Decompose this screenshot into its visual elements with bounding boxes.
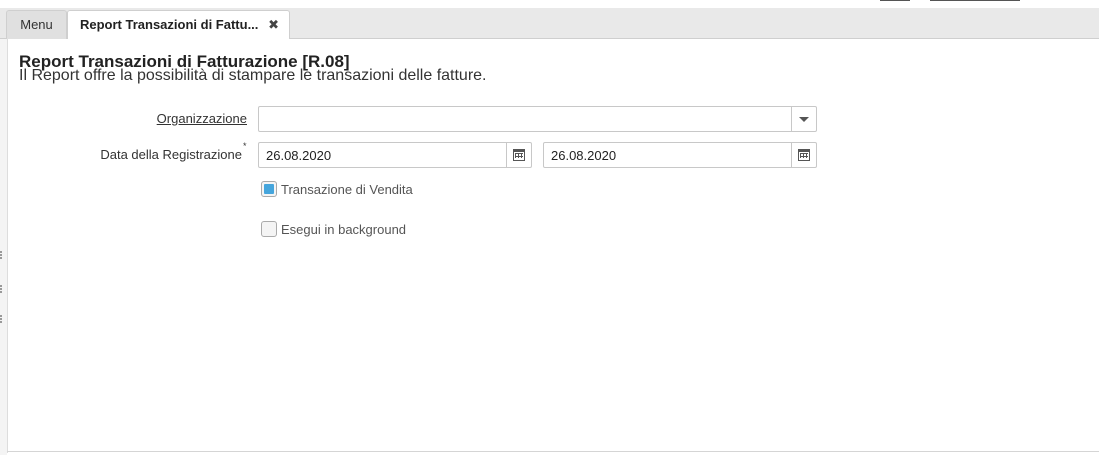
tab-bar: Menu Report Transazioni di Fattu... ✖: [0, 8, 1099, 41]
process-panel: [7, 39, 1099, 453]
tab-menu[interactable]: Menu: [6, 10, 67, 40]
registration-date-to-field[interactable]: 26.08.2020: [543, 142, 817, 168]
top-strip: [0, 0, 1099, 8]
close-icon[interactable]: ✖: [268, 11, 279, 39]
sales-transaction-label[interactable]: Transazione di Vendita: [281, 182, 413, 197]
run-in-background-label[interactable]: Esegui in background: [281, 222, 406, 237]
registration-date-from-value: 26.08.2020: [266, 148, 332, 163]
date-from-picker-button[interactable]: [506, 143, 531, 167]
registration-date-from-field[interactable]: 26.08.2020: [258, 142, 532, 168]
left-splitter[interactable]: [0, 39, 7, 455]
splitter-grip-icon: [0, 315, 3, 323]
chevron-down-icon: [799, 117, 809, 122]
sales-transaction-checkbox[interactable]: [261, 181, 277, 197]
process-description: Il Report offre la possibilità di stampa…: [19, 67, 487, 84]
registration-date-to-value: 26.08.2020: [551, 148, 617, 163]
calendar-icon: [798, 149, 810, 161]
splitter-grip-icon: [0, 251, 3, 259]
tab-active-label: Report Transazioni di Fattu...: [80, 17, 259, 32]
organization-dropdown-button[interactable]: [791, 107, 816, 131]
splitter-grip-icon: [0, 285, 3, 293]
run-in-background-checkbox[interactable]: [261, 221, 277, 237]
tab-report-transazioni[interactable]: Report Transazioni di Fattu... ✖: [67, 10, 290, 41]
mandatory-marker: *: [243, 141, 247, 151]
tab-menu-label: Menu: [20, 17, 53, 32]
panel-bottom-divider: [7, 451, 1099, 452]
date-to-picker-button[interactable]: [791, 143, 816, 167]
organization-combobox[interactable]: [258, 106, 817, 132]
organization-label[interactable]: Organizzazione: [100, 111, 247, 126]
registration-date-label: Data della Registrazione: [100, 147, 242, 162]
calendar-icon: [513, 149, 525, 161]
